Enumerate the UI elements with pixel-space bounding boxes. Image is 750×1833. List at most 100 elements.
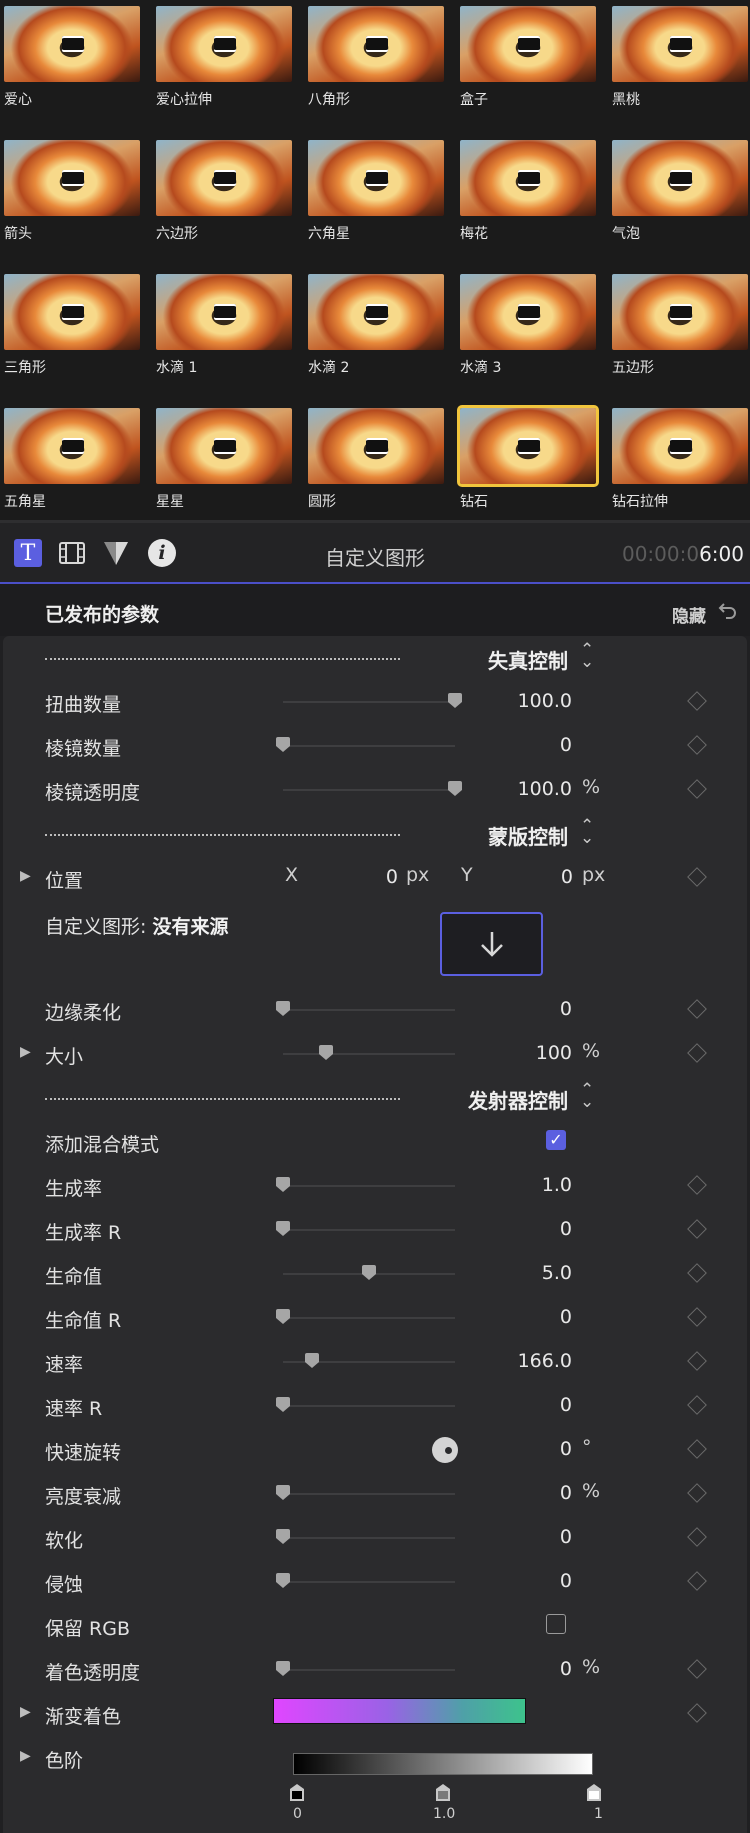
shape-thumbnail[interactable]: 梅花 (460, 140, 596, 242)
slider-knob[interactable] (305, 1353, 320, 1369)
param-value[interactable]: 0 (452, 1438, 572, 1460)
slider-knob[interactable] (362, 1265, 376, 1281)
section-header-mask[interactable]: 蒙版控制 ⌃ ⌄ (0, 812, 750, 856)
chevron-updown-icon[interactable]: ⌃ ⌄ (580, 1082, 594, 1111)
keyframe-diamond-icon[interactable] (687, 691, 707, 711)
undo-icon[interactable] (718, 600, 738, 625)
filter-icon[interactable] (102, 539, 130, 567)
position-x-value[interactable]: 0 (370, 866, 398, 888)
shape-thumbnail[interactable]: 爱心 (4, 6, 140, 108)
keyframe-diamond-icon[interactable] (687, 999, 707, 1019)
keyframe-diamond-icon[interactable] (687, 1043, 707, 1063)
keyframe-diamond-icon[interactable] (687, 867, 707, 887)
keyframe-diamond-icon[interactable] (687, 1263, 707, 1283)
checkbox-checked[interactable]: ✓ (546, 1130, 566, 1150)
shape-source-well[interactable] (440, 912, 543, 976)
shape-thumbnail[interactable]: 五边形 (612, 274, 748, 376)
param-value[interactable]: 0 (452, 998, 572, 1020)
shape-thumbnail[interactable]: 水滴 2 (308, 274, 444, 376)
shape-thumbnail[interactable]: 星星 (156, 408, 292, 510)
hide-button[interactable]: 隐藏 (672, 602, 706, 627)
param-value[interactable]: 0 (452, 1218, 572, 1240)
param-slider[interactable] (276, 1529, 455, 1544)
shape-thumbnail[interactable]: 钻石 (457, 405, 599, 510)
disclosure-triangle-icon[interactable]: ▶ (20, 1748, 31, 1764)
param-value[interactable]: 0 (452, 1570, 572, 1592)
disclosure-triangle-icon[interactable]: ▶ (20, 1704, 31, 1720)
param-slider[interactable] (283, 1265, 455, 1280)
shape-thumbnail[interactable]: 六边形 (156, 140, 292, 242)
disclosure-triangle-icon[interactable]: ▶ (20, 1044, 31, 1060)
param-value[interactable]: 1.0 (452, 1174, 572, 1196)
keyframe-diamond-icon[interactable] (687, 1219, 707, 1239)
section-header-emitter[interactable]: 发射器控制 ⌃ ⌄ (0, 1076, 750, 1120)
shape-thumbnail[interactable]: 水滴 1 (156, 274, 292, 376)
param-value[interactable]: 100 (452, 1042, 572, 1064)
shape-thumbnail[interactable]: 盒子 (460, 6, 596, 108)
param-slider[interactable] (276, 1661, 455, 1676)
keyframe-diamond-icon[interactable] (687, 779, 707, 799)
levels-black-handle[interactable] (290, 1784, 304, 1801)
slider-knob[interactable] (276, 1485, 290, 1501)
slider-knob[interactable] (276, 1001, 290, 1017)
shape-thumbnail[interactable]: 六角星 (308, 140, 444, 242)
param-value[interactable]: 100.0 (452, 690, 572, 712)
param-value[interactable]: 166.0 (452, 1350, 572, 1372)
gradient-tint-swatch[interactable] (273, 1698, 526, 1724)
param-value[interactable]: 5.0 (452, 1262, 572, 1284)
keyframe-diamond-icon[interactable] (687, 1571, 707, 1591)
shape-thumbnail[interactable]: 五角星 (4, 408, 140, 510)
slider-knob[interactable] (276, 1661, 290, 1677)
param-slider[interactable] (283, 781, 462, 796)
keyframe-diamond-icon[interactable] (687, 1659, 707, 1679)
param-slider[interactable] (276, 1309, 455, 1324)
param-value[interactable]: 100.0 (452, 778, 572, 800)
param-value[interactable]: 0 (452, 1306, 572, 1328)
film-icon[interactable] (58, 539, 86, 567)
param-slider[interactable] (283, 1045, 455, 1060)
shape-thumbnail[interactable]: 圆形 (308, 408, 444, 510)
slider-knob[interactable] (276, 1221, 290, 1237)
keyframe-diamond-icon[interactable] (687, 1439, 707, 1459)
keyframe-diamond-icon[interactable] (687, 1483, 707, 1503)
shape-thumbnail[interactable]: 水滴 3 (460, 274, 596, 376)
shape-thumbnail[interactable]: 三角形 (4, 274, 140, 376)
shape-thumbnail[interactable]: 气泡 (612, 140, 748, 242)
slider-knob[interactable] (276, 1397, 290, 1413)
slider-knob[interactable] (276, 737, 290, 753)
param-value[interactable]: 0 (452, 1482, 572, 1504)
checkbox-unchecked[interactable] (546, 1614, 566, 1634)
keyframe-diamond-icon[interactable] (687, 1307, 707, 1327)
slider-knob[interactable] (276, 1177, 290, 1193)
param-slider[interactable] (276, 1221, 455, 1236)
param-value[interactable]: 0 (452, 1394, 572, 1416)
param-slider[interactable] (276, 1485, 455, 1500)
keyframe-diamond-icon[interactable] (687, 1351, 707, 1371)
slider-knob[interactable] (276, 1309, 290, 1325)
levels-white-handle[interactable] (587, 1784, 601, 1801)
keyframe-diamond-icon[interactable] (687, 1395, 707, 1415)
keyframe-diamond-icon[interactable] (687, 1703, 707, 1723)
slider-knob[interactable] (276, 1573, 290, 1589)
keyframe-diamond-icon[interactable] (687, 735, 707, 755)
shape-thumbnail[interactable]: 八角形 (308, 6, 444, 108)
info-icon[interactable]: i (148, 539, 176, 567)
shape-thumbnail[interactable]: 黑桃 (612, 6, 748, 108)
keyframe-diamond-icon[interactable] (687, 1175, 707, 1195)
keyframe-diamond-icon[interactable] (687, 1527, 707, 1547)
param-value[interactable]: 0 (452, 734, 572, 756)
levels-gray-handle[interactable] (436, 1784, 450, 1801)
position-y-value[interactable]: 0 (545, 866, 573, 888)
slider-knob[interactable] (319, 1045, 333, 1061)
param-slider[interactable] (276, 737, 455, 752)
disclosure-triangle-icon[interactable]: ▶ (20, 868, 31, 884)
chevron-updown-icon[interactable]: ⌃ ⌄ (580, 818, 594, 847)
param-slider[interactable] (276, 1001, 455, 1016)
param-slider[interactable] (283, 1353, 455, 1368)
shape-thumbnail[interactable]: 爱心拉伸 (156, 6, 292, 108)
shape-thumbnail[interactable]: 钻石拉伸 (612, 408, 748, 510)
param-slider[interactable] (276, 1573, 455, 1588)
param-value[interactable]: 0 (452, 1658, 572, 1680)
section-header-distortion[interactable]: 失真控制 ⌃ ⌄ (0, 636, 750, 680)
shape-thumbnail[interactable]: 箭头 (4, 140, 140, 242)
